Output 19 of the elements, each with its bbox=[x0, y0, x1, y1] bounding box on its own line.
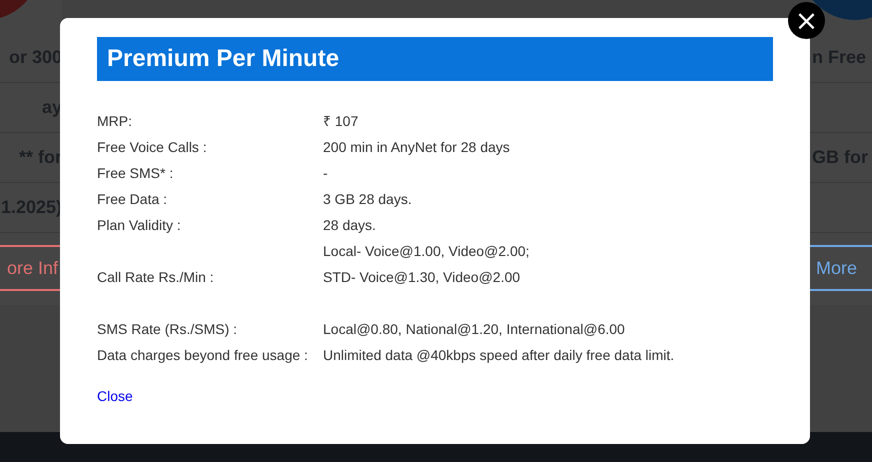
detail-value: STD- Voice@1.30, Video@2.00 bbox=[323, 268, 522, 287]
detail-value: Local@0.80, National@1.20, International@6.00 bbox=[323, 320, 626, 339]
detail-label: Free Voice Calls : bbox=[97, 138, 208, 157]
detail-label: MRP: bbox=[97, 112, 133, 131]
detail-label: Call Rate Rs./Min : bbox=[97, 268, 215, 287]
detail-value: Local- Voice@1.00, Video@2.00; bbox=[323, 242, 530, 261]
modal-title: Premium Per Minute bbox=[97, 37, 773, 81]
detail-label: SMS Rate (Rs./SMS) : bbox=[97, 320, 238, 339]
detail-value: 200 min in AnyNet for 28 days bbox=[323, 138, 511, 157]
close-link[interactable]: Close bbox=[97, 388, 133, 404]
detail-label: Plan Validity : bbox=[97, 216, 182, 235]
detail-value: - bbox=[323, 164, 329, 183]
detail-value: Unlimited data @40kbps speed after daily free data limit. bbox=[323, 346, 676, 365]
detail-value: 3 GB 28 days. bbox=[323, 190, 413, 209]
detail-label: Free SMS* : bbox=[97, 164, 174, 183]
detail-value: 28 days. bbox=[323, 216, 377, 235]
detail-value: ₹ 107 bbox=[323, 112, 360, 131]
detail-label: Data charges beyond free usage : bbox=[97, 346, 309, 365]
detail-label: Free Data : bbox=[97, 190, 168, 209]
